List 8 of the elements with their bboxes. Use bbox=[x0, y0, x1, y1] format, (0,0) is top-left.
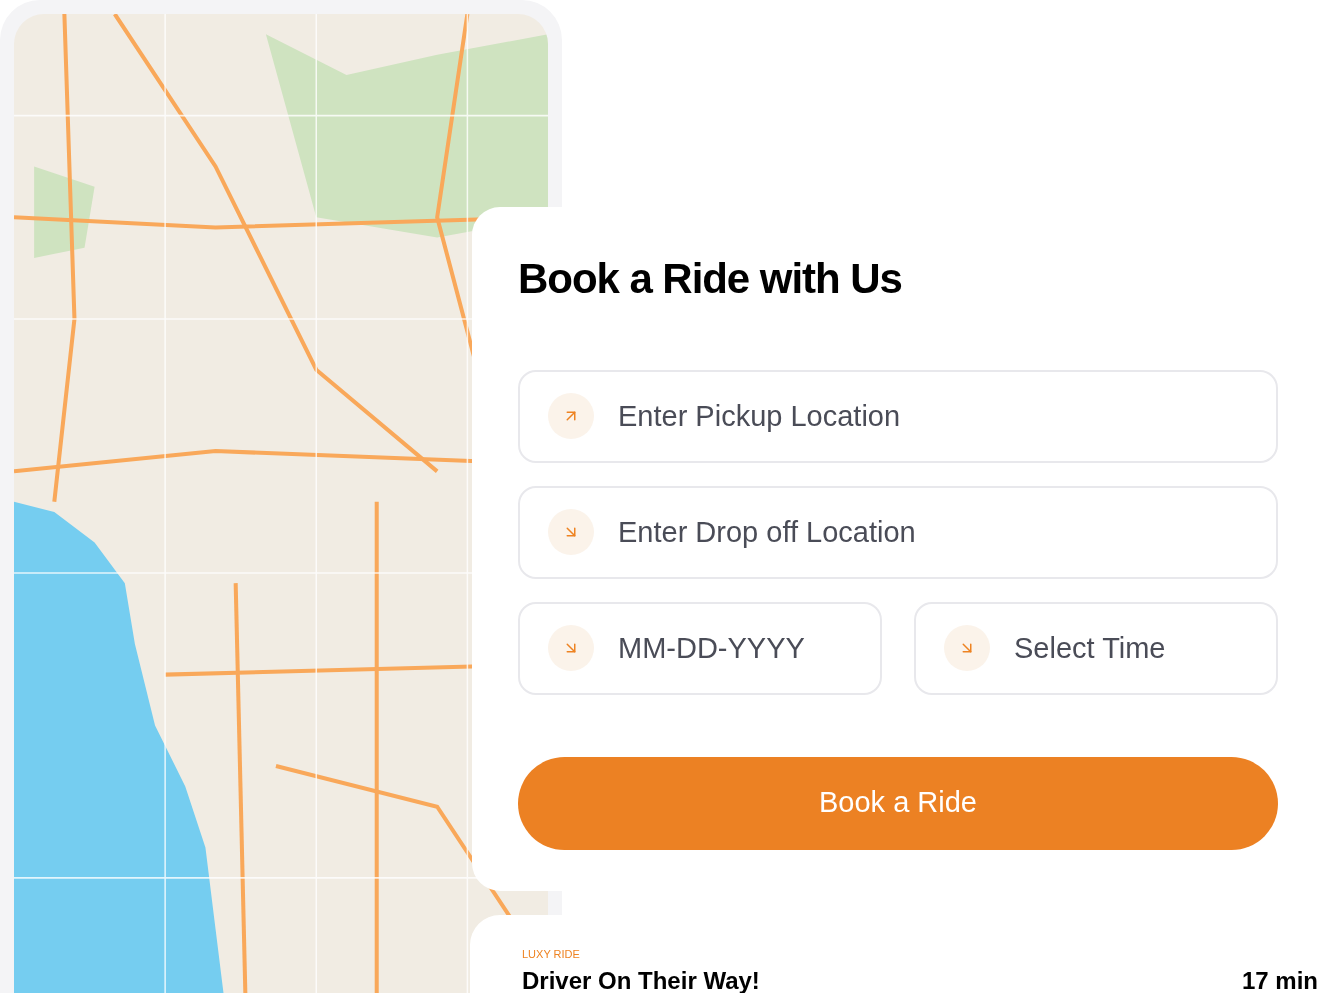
input-field[interactable]: Select Time bbox=[914, 601, 1278, 695]
ride-tag: LUXY RIDE bbox=[522, 949, 1318, 960]
input-field[interactable]: MM-DD-YYYY bbox=[518, 601, 882, 695]
input-field[interactable]: Enter Pickup Location bbox=[518, 369, 1278, 463]
eta-text: 17 min bbox=[1241, 967, 1318, 993]
input-field[interactable]: Enter Drop off Location bbox=[518, 485, 1278, 579]
booking-title: Book a Ride with Us bbox=[518, 254, 903, 304]
book-ride-button[interactable]: Book a Ride bbox=[518, 756, 1278, 850]
